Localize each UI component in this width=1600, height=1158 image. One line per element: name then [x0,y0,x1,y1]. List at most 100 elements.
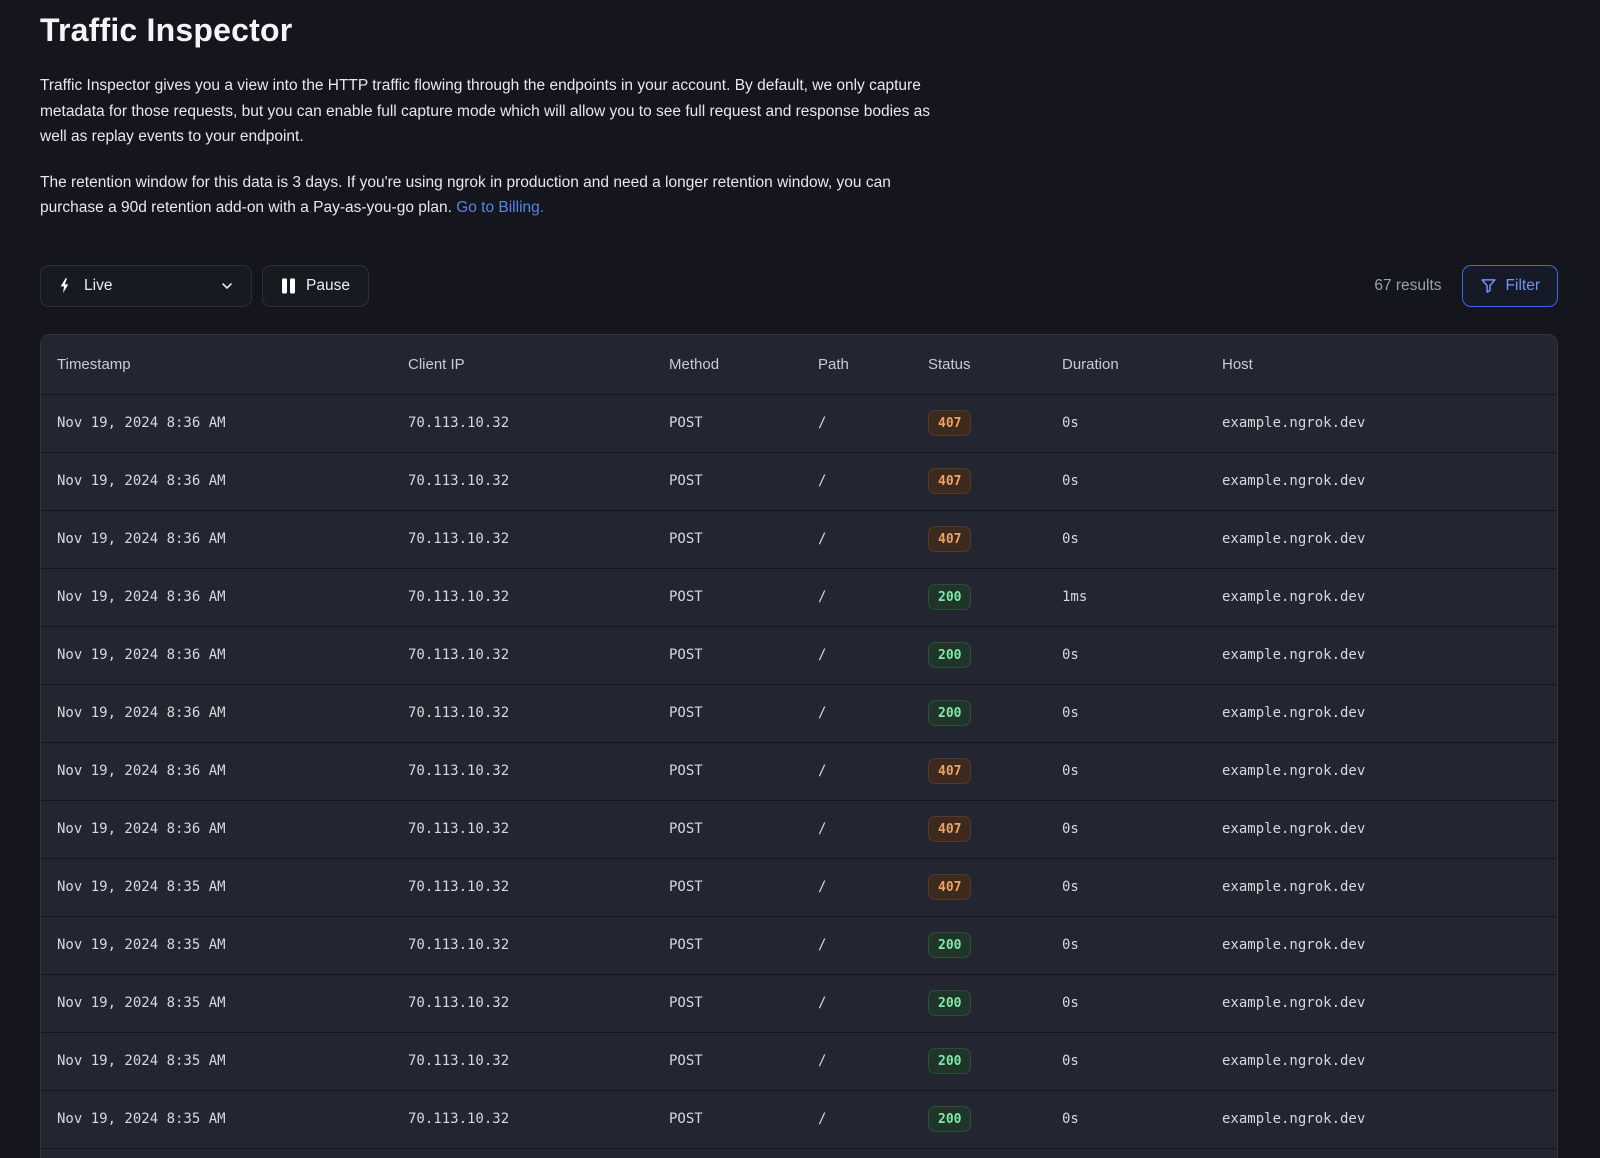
cell-timestamp: Nov 19, 2024 8:35 AM [41,937,392,953]
table-row[interactable]: Nov 19, 2024 8:35 AM 70.113.10.32 POST /… [41,1090,1557,1148]
lightning-bolt-icon [57,277,74,294]
cell-duration: 0s [1046,995,1206,1011]
table-row[interactable]: Nov 19, 2024 8:36 AM 70.113.10.32 POST /… [41,568,1557,626]
cell-path: / [802,647,912,663]
cell-host: example.ngrok.dev [1206,995,1557,1011]
table-row[interactable]: Nov 19, 2024 8:36 AM 70.113.10.32 POST /… [41,684,1557,742]
status-badge: 200 [928,1106,971,1132]
cell-status: 407 [912,758,1046,784]
cell-method: POST [653,995,802,1011]
cell-duration: 0s [1046,763,1206,779]
cell-host: example.ngrok.dev [1206,647,1557,663]
cell-path: / [802,937,912,953]
status-badge: 200 [928,584,971,610]
status-badge: 200 [928,642,971,668]
column-header-client-ip: Client IP [392,356,653,373]
status-badge: 407 [928,526,971,552]
cell-method: POST [653,879,802,895]
cell-status: 407 [912,874,1046,900]
cell-status: 407 [912,410,1046,436]
status-badge: 407 [928,816,971,842]
cell-timestamp: Nov 19, 2024 8:36 AM [41,705,392,721]
table-body: Nov 19, 2024 8:36 AM 70.113.10.32 POST /… [41,394,1557,1148]
cell-client-ip: 70.113.10.32 [392,1111,653,1127]
cell-timestamp: Nov 19, 2024 8:35 AM [41,995,392,1011]
pause-button-label: Pause [306,277,350,295]
cell-duration: 0s [1046,1111,1206,1127]
filter-button-label: Filter [1506,277,1540,295]
cell-duration: 0s [1046,879,1206,895]
cell-path: / [802,821,912,837]
go-to-billing-link[interactable]: Go to Billing. [456,199,544,216]
cell-duration: 1ms [1046,589,1206,605]
column-header-duration: Duration [1046,356,1206,373]
table-row[interactable]: Nov 19, 2024 8:36 AM 70.113.10.32 POST /… [41,394,1557,452]
cell-timestamp: Nov 19, 2024 8:35 AM [41,879,392,895]
status-badge: 407 [928,874,971,900]
traffic-inspector-page: Traffic Inspector Traffic Inspector give… [0,0,1600,1158]
live-dropdown-label: Live [84,277,112,295]
cell-host: example.ngrok.dev [1206,705,1557,721]
cell-host: example.ngrok.dev [1206,473,1557,489]
cell-method: POST [653,647,802,663]
cell-timestamp: Nov 19, 2024 8:36 AM [41,589,392,605]
status-badge: 407 [928,758,971,784]
cell-timestamp: Nov 19, 2024 8:36 AM [41,473,392,489]
cell-path: / [802,705,912,721]
cell-path: / [802,995,912,1011]
column-header-host: Host [1206,356,1557,373]
table-row[interactable]: Nov 19, 2024 8:36 AM 70.113.10.32 POST /… [41,626,1557,684]
cell-status: 200 [912,1106,1046,1132]
table-row[interactable]: Nov 19, 2024 8:36 AM 70.113.10.32 POST /… [41,510,1557,568]
cell-client-ip: 70.113.10.32 [392,879,653,895]
cell-client-ip: 70.113.10.32 [392,821,653,837]
column-header-path: Path [802,356,912,373]
cell-path: / [802,473,912,489]
cell-status: 407 [912,816,1046,842]
description-paragraph-1: Traffic Inspector gives you a view into … [40,73,948,150]
cell-method: POST [653,531,802,547]
page-title: Traffic Inspector [40,12,1558,49]
cell-timestamp: Nov 19, 2024 8:36 AM [41,415,392,431]
pause-button[interactable]: Pause [262,265,369,307]
cell-path: / [802,589,912,605]
status-badge: 200 [928,990,971,1016]
cell-timestamp: Nov 19, 2024 8:36 AM [41,647,392,663]
table-row[interactable]: Nov 19, 2024 8:35 AM 70.113.10.32 POST /… [41,916,1557,974]
toolbar-right: 67 results Filter [1374,265,1558,307]
cell-status: 200 [912,584,1046,610]
table-row[interactable]: Nov 19, 2024 8:36 AM 70.113.10.32 POST /… [41,800,1557,858]
cell-host: example.ngrok.dev [1206,937,1557,953]
cell-status: 407 [912,468,1046,494]
description-paragraph-2: The retention window for this data is 3 … [40,170,948,221]
cell-status: 200 [912,990,1046,1016]
cell-client-ip: 70.113.10.32 [392,589,653,605]
traffic-table: TimestampClient IPMethodPathStatusDurati… [40,334,1558,1158]
cell-client-ip: 70.113.10.32 [392,995,653,1011]
cell-host: example.ngrok.dev [1206,1053,1557,1069]
live-mode-dropdown[interactable]: Live [40,265,252,307]
cell-duration: 0s [1046,473,1206,489]
cell-client-ip: 70.113.10.32 [392,473,653,489]
table-row-partial [41,1148,1557,1158]
cell-path: / [802,531,912,547]
cell-status: 200 [912,1048,1046,1074]
cell-path: / [802,1111,912,1127]
cell-method: POST [653,589,802,605]
table-row[interactable]: Nov 19, 2024 8:35 AM 70.113.10.32 POST /… [41,974,1557,1032]
table-row[interactable]: Nov 19, 2024 8:36 AM 70.113.10.32 POST /… [41,742,1557,800]
table-row[interactable]: Nov 19, 2024 8:35 AM 70.113.10.32 POST /… [41,1032,1557,1090]
column-header-timestamp: Timestamp [41,356,392,373]
table-header-row: TimestampClient IPMethodPathStatusDurati… [41,335,1557,394]
filter-button[interactable]: Filter [1462,265,1558,307]
table-row[interactable]: Nov 19, 2024 8:35 AM 70.113.10.32 POST /… [41,858,1557,916]
cell-timestamp: Nov 19, 2024 8:36 AM [41,531,392,547]
cell-client-ip: 70.113.10.32 [392,763,653,779]
cell-duration: 0s [1046,647,1206,663]
cell-method: POST [653,821,802,837]
cell-client-ip: 70.113.10.32 [392,705,653,721]
column-header-status: Status [912,356,1046,373]
table-row[interactable]: Nov 19, 2024 8:36 AM 70.113.10.32 POST /… [41,452,1557,510]
cell-status: 200 [912,642,1046,668]
funnel-icon [1480,277,1497,294]
